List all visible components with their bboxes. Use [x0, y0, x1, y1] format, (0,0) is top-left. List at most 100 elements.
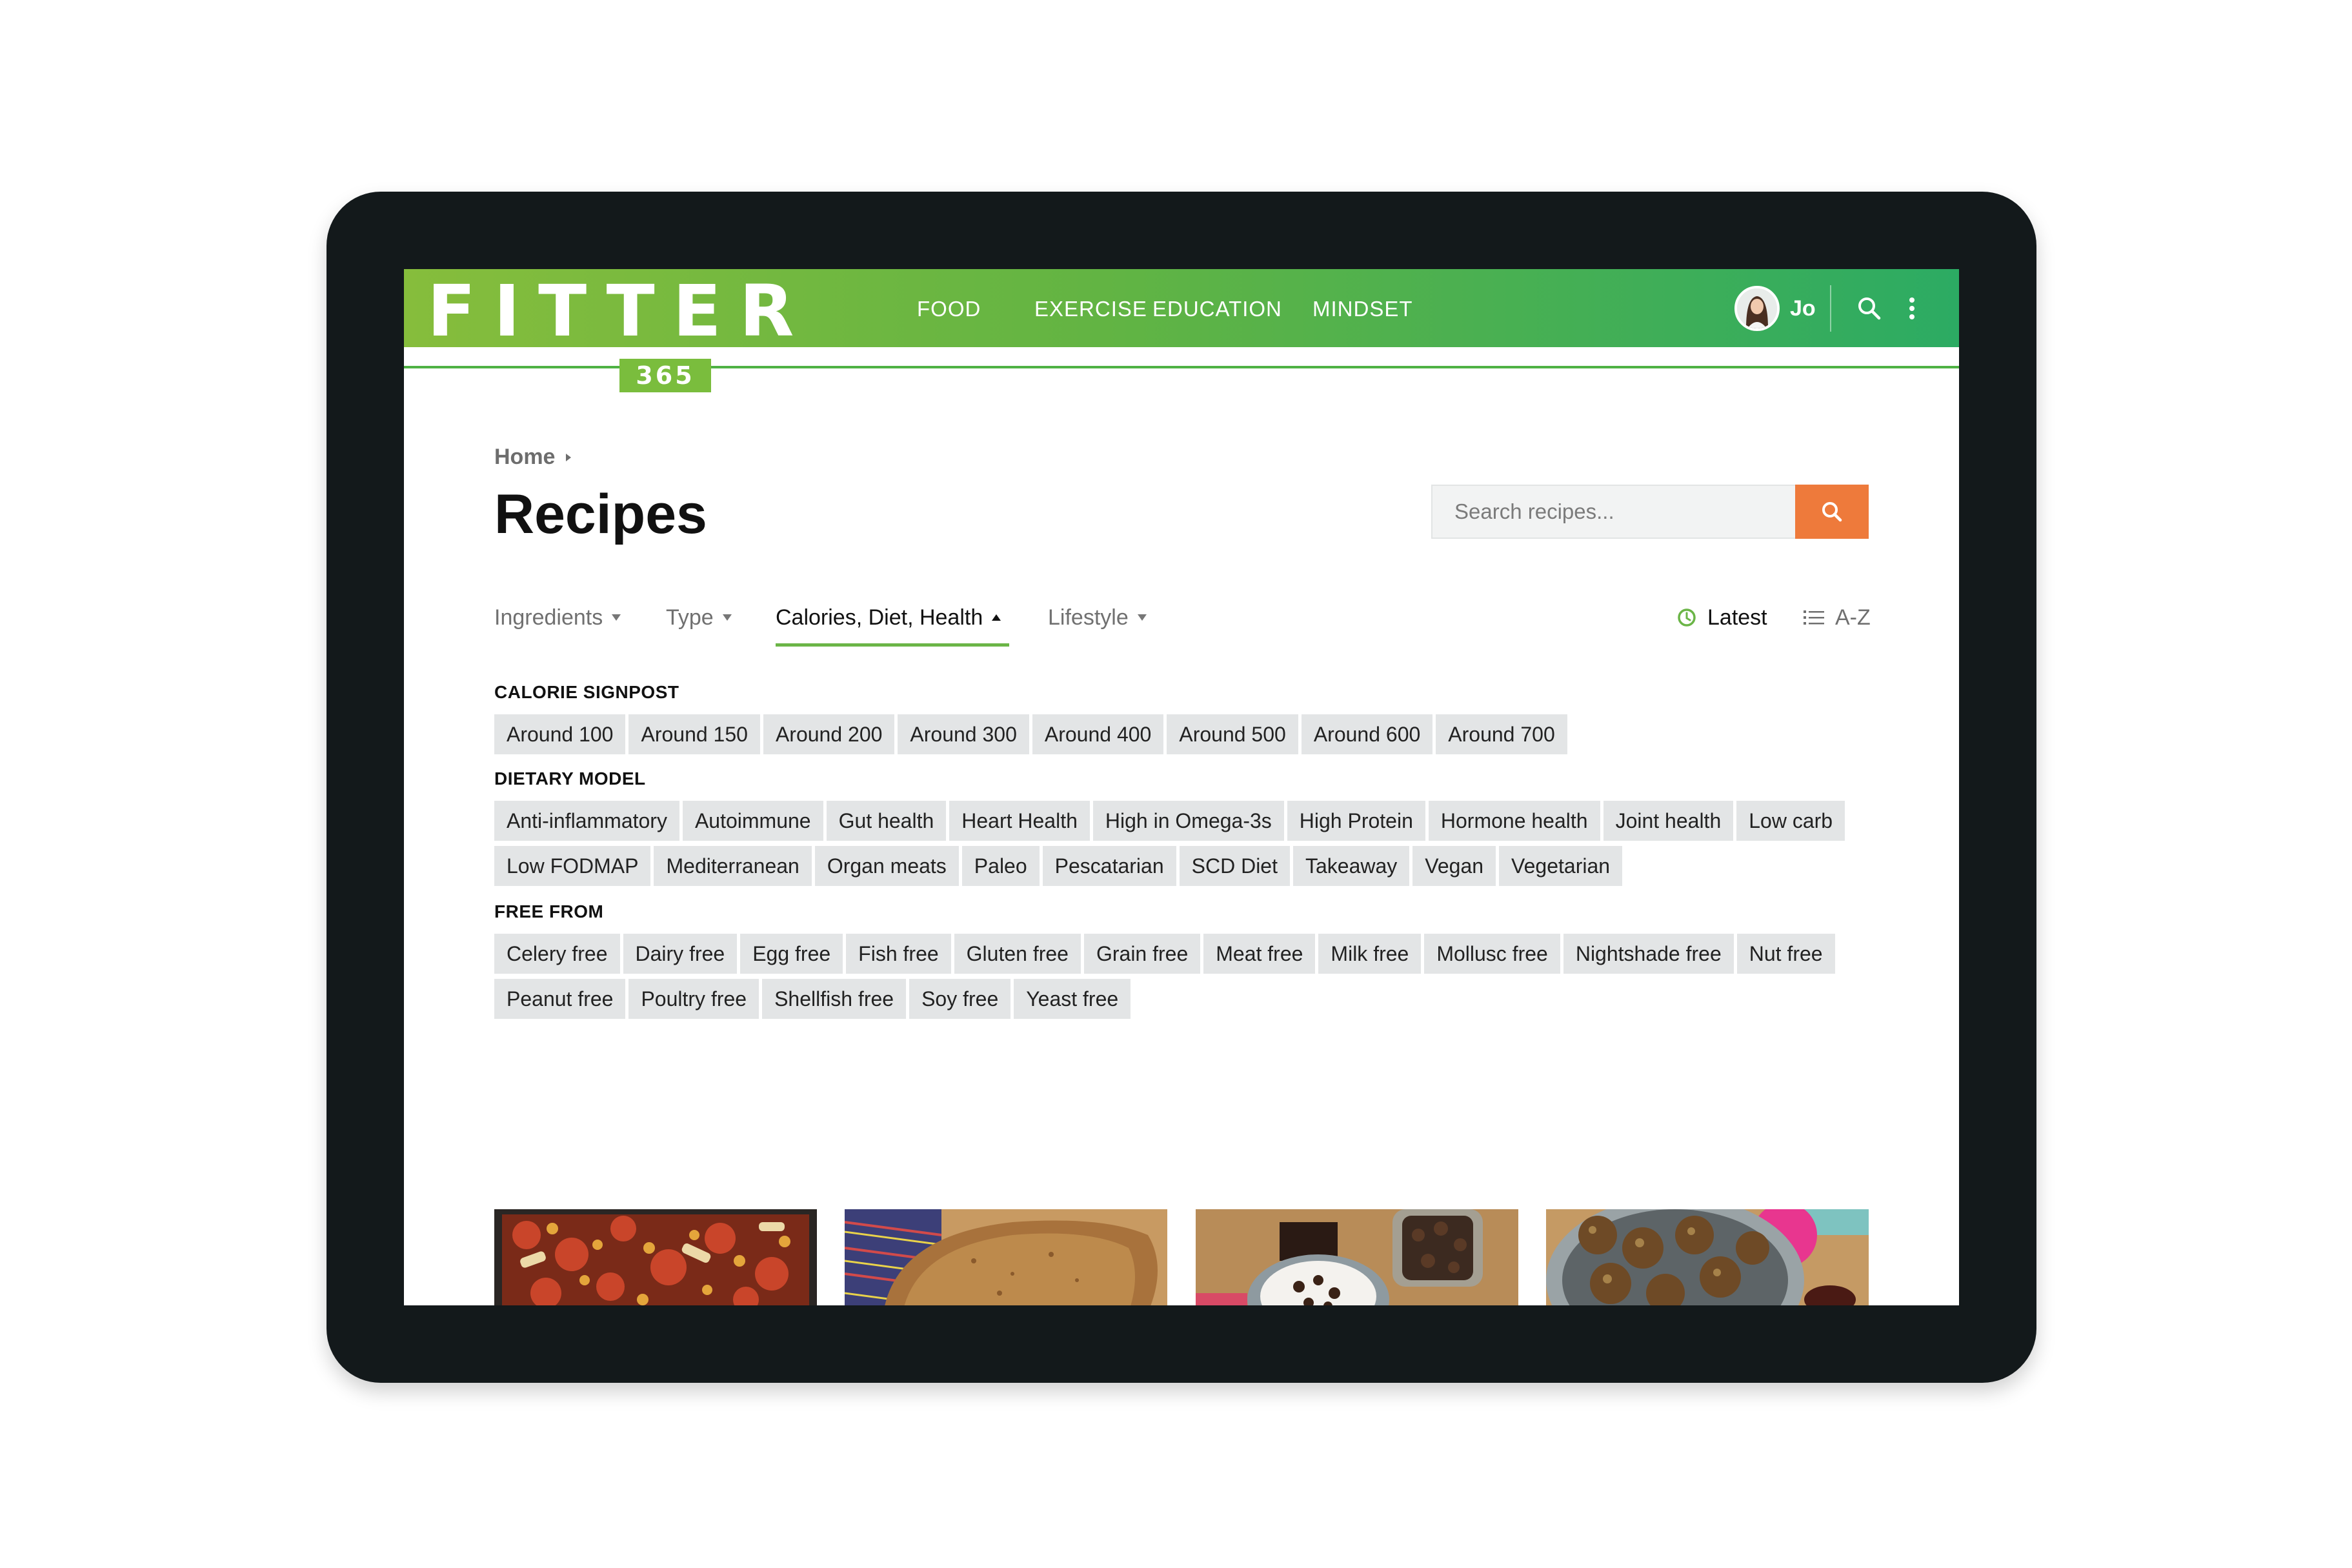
- tag-row-calorie: Around 100 Around 150 Around 200 Around …: [494, 714, 1567, 754]
- tag-row-dietary-1: Anti-inflammatory Autoimmune Gut health …: [494, 801, 1845, 841]
- sort-latest[interactable]: Latest: [1676, 602, 1767, 633]
- user-name[interactable]: Jo: [1790, 296, 1816, 321]
- sort-az-label: A-Z: [1835, 605, 1871, 630]
- group-title-free-from: FREE FROM: [494, 901, 604, 921]
- tag-anti-inflammatory[interactable]: Anti-inflammatory: [494, 801, 679, 841]
- tag-around-100[interactable]: Around 100: [494, 714, 626, 754]
- nav-education[interactable]: EDUCATION: [1152, 296, 1282, 322]
- tag-fish-free[interactable]: Fish free: [846, 934, 951, 974]
- tag-around-200[interactable]: Around 200: [763, 714, 895, 754]
- tag-joint-health[interactable]: Joint health: [1603, 801, 1734, 841]
- tag-poultry-free[interactable]: Poultry free: [628, 979, 759, 1019]
- tag-low-carb[interactable]: Low carb: [1736, 801, 1845, 841]
- list-icon: [1804, 610, 1824, 625]
- group-title-calorie: CALORIE SIGNPOST: [494, 682, 679, 702]
- header-divider: [1830, 285, 1831, 332]
- tag-yeast-free[interactable]: Yeast free: [1014, 979, 1131, 1019]
- clock-icon: [1678, 608, 1696, 627]
- tag-autoimmune[interactable]: Autoimmune: [682, 801, 823, 841]
- search-button[interactable]: [1795, 485, 1869, 539]
- tag-gut-health[interactable]: Gut health: [826, 801, 947, 841]
- tab-lifestyle-label: Lifestyle: [1048, 605, 1129, 630]
- tag-organ-meats[interactable]: Organ meats: [814, 846, 959, 886]
- tag-mollusc-free[interactable]: Mollusc free: [1424, 934, 1560, 974]
- caret-down-icon: [722, 614, 732, 621]
- recipe-image-banana-bread: [845, 1209, 1167, 1305]
- tag-celery-free[interactable]: Celery free: [494, 934, 620, 974]
- tablet-screen: FITTER FOOD EXERCISE EDUCATION MINDSET J: [404, 269, 1959, 1305]
- breadcrumb: Home: [494, 445, 573, 470]
- tag-heart-health[interactable]: Heart Health: [949, 801, 1090, 841]
- tag-grain-free[interactable]: Grain free: [1083, 934, 1201, 974]
- logo-wordmark: FITTER: [427, 270, 812, 352]
- search-input[interactable]: [1432, 486, 1795, 538]
- tag-nut-free[interactable]: Nut free: [1736, 934, 1835, 974]
- tag-pescatarian[interactable]: Pescatarian: [1042, 846, 1176, 886]
- page-title: Recipes: [494, 483, 707, 545]
- search-icon[interactable]: [1853, 292, 1885, 325]
- caret-down-icon: [612, 614, 621, 621]
- tag-gluten-free[interactable]: Gluten free: [954, 934, 1081, 974]
- tag-milk-free[interactable]: Milk free: [1318, 934, 1422, 974]
- tag-shellfish-free[interactable]: Shellfish free: [762, 979, 907, 1019]
- recipe-card-2[interactable]: [845, 1209, 1167, 1305]
- tag-nightshade-free[interactable]: Nightshade free: [1563, 934, 1734, 974]
- recipe-card-1[interactable]: [494, 1209, 817, 1305]
- tag-around-500[interactable]: Around 500: [1167, 714, 1298, 754]
- tag-around-400[interactable]: Around 400: [1032, 714, 1164, 754]
- tag-takeaway[interactable]: Takeaway: [1292, 846, 1410, 886]
- tag-dairy-free[interactable]: Dairy free: [623, 934, 738, 974]
- avatar[interactable]: [1734, 286, 1780, 331]
- nav-mindset[interactable]: MINDSET: [1312, 296, 1413, 322]
- nav-food[interactable]: FOOD: [917, 296, 981, 322]
- tag-around-600[interactable]: Around 600: [1301, 714, 1433, 754]
- nav-exercise[interactable]: EXERCISE: [1034, 296, 1147, 322]
- tag-hormone-health[interactable]: Hormone health: [1428, 801, 1600, 841]
- tag-vegan[interactable]: Vegan: [1412, 846, 1496, 886]
- tag-row-free-from-1: Celery free Dairy free Egg free Fish fre…: [494, 934, 1835, 974]
- tab-calories-label: Calories, Diet, Health: [776, 605, 983, 630]
- site-header: FITTER FOOD EXERCISE EDUCATION MINDSET J: [404, 269, 1959, 347]
- logo-badge: 365: [619, 359, 711, 392]
- recipe-grid: [494, 1209, 1869, 1305]
- tab-ingredients[interactable]: Ingredients: [494, 602, 621, 633]
- tab-type-label: Type: [666, 605, 714, 630]
- tab-lifestyle[interactable]: Lifestyle: [1048, 602, 1147, 633]
- tag-egg-free[interactable]: Egg free: [740, 934, 843, 974]
- tab-calories-diet-health[interactable]: Calories, Diet, Health: [776, 602, 1001, 633]
- recipe-image-roast-vegetables: [494, 1209, 817, 1305]
- tag-mediterranean[interactable]: Mediterranean: [654, 846, 812, 886]
- tag-row-dietary-2: Low FODMAP Mediterranean Organ meats Pal…: [494, 846, 1623, 886]
- caret-up-icon: [992, 614, 1001, 621]
- tag-soy-free[interactable]: Soy free: [909, 979, 1011, 1019]
- tag-row-free-from-2: Peanut free Poultry free Shellfish free …: [494, 979, 1131, 1019]
- tag-peanut-free[interactable]: Peanut free: [494, 979, 626, 1019]
- sort-latest-label: Latest: [1707, 605, 1767, 630]
- tag-meat-free[interactable]: Meat free: [1203, 934, 1316, 974]
- tag-low-fodmap[interactable]: Low FODMAP: [494, 846, 651, 886]
- active-tab-underline: [776, 643, 1009, 647]
- tag-around-150[interactable]: Around 150: [628, 714, 760, 754]
- tablet-frame: FITTER FOOD EXERCISE EDUCATION MINDSET J: [327, 192, 2036, 1383]
- recipe-image-yogurt-granola: [1196, 1209, 1518, 1305]
- tag-around-300[interactable]: Around 300: [898, 714, 1029, 754]
- tab-type[interactable]: Type: [666, 602, 732, 633]
- breadcrumb-arrow-icon: [566, 453, 572, 461]
- tag-around-700[interactable]: Around 700: [1436, 714, 1567, 754]
- tag-scd-diet[interactable]: SCD Diet: [1179, 846, 1290, 886]
- tag-paleo[interactable]: Paleo: [961, 846, 1040, 886]
- recipe-image-energy-balls: [1546, 1209, 1869, 1305]
- tag-high-protein[interactable]: High Protein: [1287, 801, 1425, 841]
- tag-vegetarian[interactable]: Vegetarian: [1499, 846, 1623, 886]
- caret-down-icon: [1137, 614, 1147, 621]
- search-icon: [1822, 502, 1842, 522]
- recipe-card-4[interactable]: [1546, 1209, 1869, 1305]
- tag-high-in-omega-3s[interactable]: High in Omega-3s: [1092, 801, 1284, 841]
- sort-az[interactable]: A-Z: [1803, 602, 1871, 633]
- search-box: [1431, 485, 1795, 539]
- tab-ingredients-label: Ingredients: [494, 605, 603, 630]
- group-title-dietary: DIETARY MODEL: [494, 769, 646, 789]
- breadcrumb-home[interactable]: Home: [494, 445, 555, 470]
- more-vertical-icon[interactable]: [1902, 292, 1922, 325]
- recipe-card-3[interactable]: [1196, 1209, 1518, 1305]
